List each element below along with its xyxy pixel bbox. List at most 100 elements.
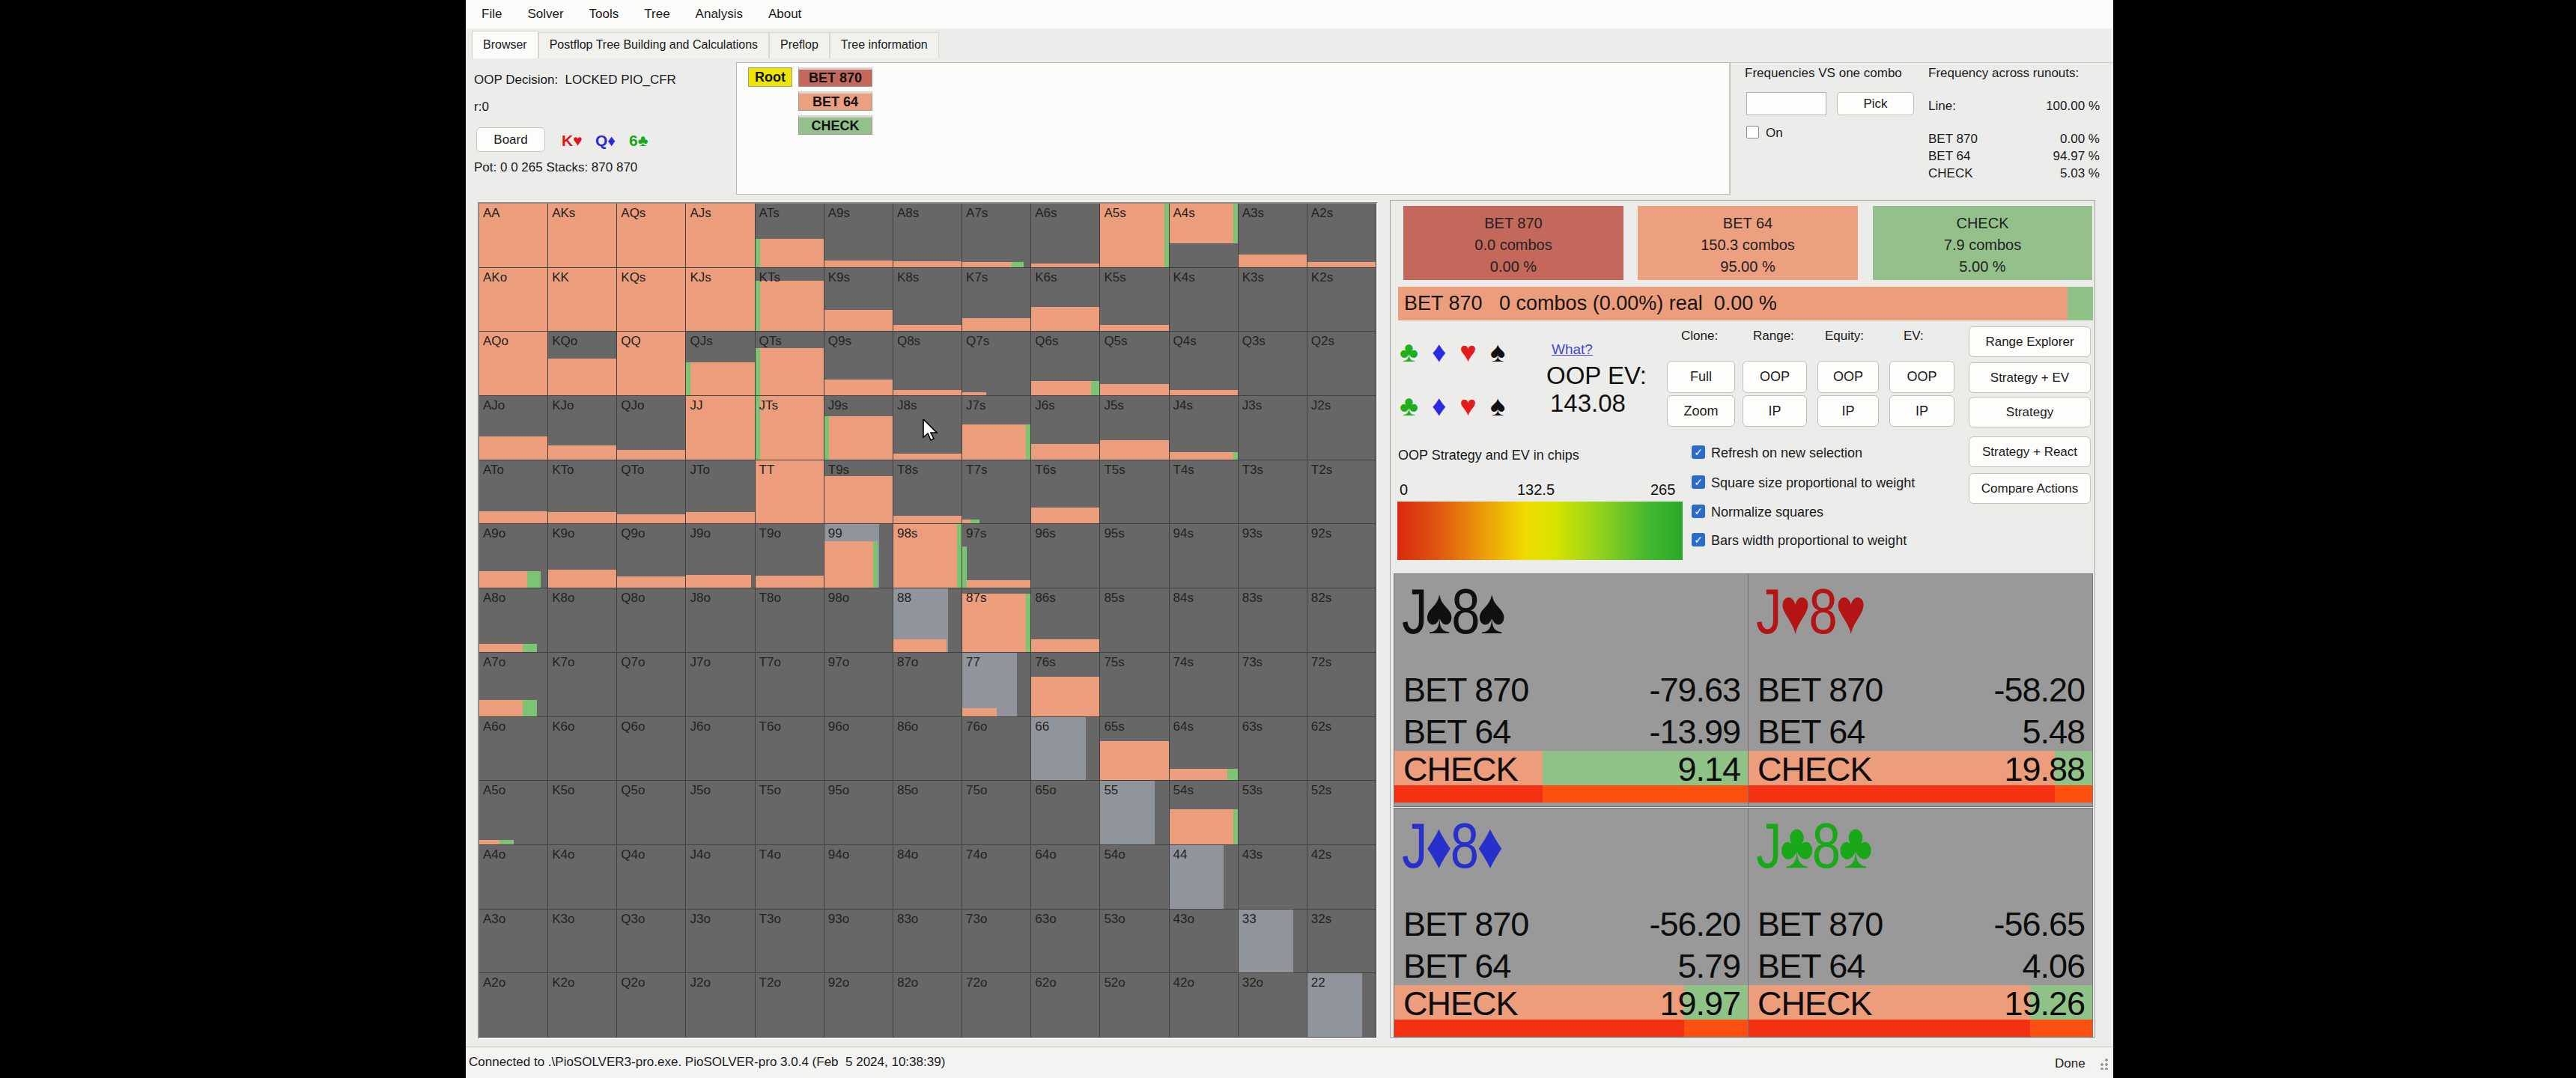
- suit-toggle[interactable]: ♥: [1459, 392, 1477, 420]
- cell-97s[interactable]: 97s: [962, 524, 1031, 588]
- cell-QQ[interactable]: QQ: [617, 332, 686, 396]
- cell-99[interactable]: 99: [824, 524, 893, 588]
- checkbox-2[interactable]: ✓: [1692, 505, 1705, 518]
- cell-T5s[interactable]: T5s: [1100, 460, 1169, 525]
- cell-KJs[interactable]: KJs: [686, 268, 755, 332]
- cell-K5o[interactable]: K5o: [548, 781, 617, 845]
- cell-Q5s[interactable]: Q5s: [1100, 332, 1169, 396]
- cell-87o[interactable]: 87o: [893, 653, 962, 717]
- cell-K8o[interactable]: K8o: [548, 588, 617, 653]
- button-oop[interactable]: OOP: [1817, 361, 1879, 393]
- button-ip[interactable]: IP: [1743, 395, 1807, 427]
- cell-T5o[interactable]: T5o: [756, 781, 824, 845]
- button-strategy[interactable]: Strategy: [1969, 397, 2091, 427]
- cell-62s[interactable]: 62s: [1307, 717, 1376, 782]
- action-box-bet-64[interactable]: BET 64150.3 combos95.00 %: [1638, 206, 1858, 280]
- cell-KTs[interactable]: KTs: [756, 268, 824, 332]
- cell-K5s[interactable]: K5s: [1100, 268, 1169, 332]
- cell-T9o[interactable]: T9o: [756, 524, 824, 588]
- cell-AKs[interactable]: AKs: [548, 204, 617, 268]
- cell-94o[interactable]: 94o: [824, 845, 893, 910]
- cell-92s[interactable]: 92s: [1307, 524, 1376, 588]
- cell-96s[interactable]: 96s: [1031, 524, 1100, 588]
- cell-K4s[interactable]: K4s: [1170, 268, 1239, 332]
- cell-A3s[interactable]: A3s: [1239, 204, 1307, 268]
- cell-A9o[interactable]: A9o: [479, 524, 548, 588]
- cell-53s[interactable]: 53s: [1239, 781, 1307, 845]
- cell-T6s[interactable]: T6s: [1031, 460, 1100, 525]
- cell-J9o[interactable]: J9o: [686, 524, 755, 588]
- cell-83s[interactable]: 83s: [1239, 588, 1307, 653]
- cell-J9s[interactable]: J9s: [824, 396, 893, 460]
- cell-84o[interactable]: 84o: [893, 845, 962, 910]
- cell-A4o[interactable]: A4o: [479, 845, 548, 910]
- cell-T7o[interactable]: T7o: [756, 653, 824, 717]
- cell-JTs[interactable]: JTs: [756, 396, 824, 460]
- tree-node-check[interactable]: CHECK: [798, 115, 872, 135]
- cell-85s[interactable]: 85s: [1100, 588, 1169, 653]
- cell-74o[interactable]: 74o: [962, 845, 1031, 910]
- tab-preflop[interactable]: Preflop: [769, 32, 830, 58]
- cell-95s[interactable]: 95s: [1100, 524, 1169, 588]
- suit-toggle[interactable]: ♣: [1400, 338, 1418, 366]
- cell-A6o[interactable]: A6o: [479, 717, 548, 782]
- cell-KJo[interactable]: KJo: [548, 396, 617, 460]
- cell-22[interactable]: 22: [1307, 973, 1376, 1038]
- cell-76s[interactable]: 76s: [1031, 653, 1100, 717]
- cell-JTo[interactable]: JTo: [686, 460, 755, 525]
- cell-QTs[interactable]: QTs: [756, 332, 824, 396]
- cell-T2o[interactable]: T2o: [756, 973, 824, 1038]
- cell-94s[interactable]: 94s: [1170, 524, 1239, 588]
- cell-55[interactable]: 55: [1100, 781, 1169, 845]
- cell-T8o[interactable]: T8o: [756, 588, 824, 653]
- cell-K6o[interactable]: K6o: [548, 717, 617, 782]
- tab-postflop-tree-building-and-calculations[interactable]: Postflop Tree Building and Calculations: [538, 32, 769, 58]
- cell-AQs[interactable]: AQs: [617, 204, 686, 268]
- cell-52s[interactable]: 52s: [1307, 781, 1376, 845]
- cell-K2o[interactable]: K2o: [548, 973, 617, 1038]
- cell-64o[interactable]: 64o: [1031, 845, 1100, 910]
- cell-Q8o[interactable]: Q8o: [617, 588, 686, 653]
- suit-toggle[interactable]: ♦: [1432, 338, 1446, 366]
- cell-Q2o[interactable]: Q2o: [617, 973, 686, 1038]
- cell-82s[interactable]: 82s: [1307, 588, 1376, 653]
- cell-Q3s[interactable]: Q3s: [1239, 332, 1307, 396]
- cell-KQo[interactable]: KQo: [548, 332, 617, 396]
- button-strategy-react[interactable]: Strategy + React: [1969, 436, 2091, 467]
- button-ip[interactable]: IP: [1889, 395, 1954, 427]
- cell-T4o[interactable]: T4o: [756, 845, 824, 910]
- cell-65s[interactable]: 65s: [1100, 717, 1169, 782]
- cell-T7s[interactable]: T7s: [962, 460, 1031, 525]
- cell-A7o[interactable]: A7o: [479, 653, 548, 717]
- tab-tree-information[interactable]: Tree information: [830, 32, 939, 58]
- suit-toggle[interactable]: ♣: [1400, 392, 1418, 420]
- cell-32o[interactable]: 32o: [1239, 973, 1307, 1038]
- cell-AJo[interactable]: AJo: [479, 396, 548, 460]
- cell-Q6o[interactable]: Q6o: [617, 717, 686, 782]
- cell-K9s[interactable]: K9s: [824, 268, 893, 332]
- suit-toggle[interactable]: ♠: [1490, 392, 1505, 420]
- cell-93s[interactable]: 93s: [1239, 524, 1307, 588]
- on-checkbox[interactable]: [1746, 126, 1759, 138]
- action-box-bet-870[interactable]: BET 8700.0 combos0.00 %: [1403, 206, 1623, 280]
- cell-T3s[interactable]: T3s: [1239, 460, 1307, 525]
- cell-87s[interactable]: 87s: [962, 588, 1031, 653]
- cell-T8s[interactable]: T8s: [893, 460, 962, 525]
- cell-75s[interactable]: 75s: [1100, 653, 1169, 717]
- cell-63o[interactable]: 63o: [1031, 910, 1100, 974]
- cell-93o[interactable]: 93o: [824, 910, 893, 974]
- cell-AKo[interactable]: AKo: [479, 268, 548, 332]
- cell-J4o[interactable]: J4o: [686, 845, 755, 910]
- button-oop[interactable]: OOP: [1743, 361, 1807, 393]
- tree-node-bet-870[interactable]: BET 870: [798, 67, 872, 87]
- cell-Q4s[interactable]: Q4s: [1170, 332, 1239, 396]
- cell-A5s[interactable]: A5s: [1100, 204, 1169, 268]
- cell-K6s[interactable]: K6s: [1031, 268, 1100, 332]
- cell-QTo[interactable]: QTo: [617, 460, 686, 525]
- cell-QJo[interactable]: QJo: [617, 396, 686, 460]
- menu-solver[interactable]: Solver: [514, 7, 576, 22]
- cell-42o[interactable]: 42o: [1170, 973, 1239, 1038]
- cell-A8s[interactable]: A8s: [893, 204, 962, 268]
- button-range-explorer[interactable]: Range Explorer: [1969, 326, 2091, 357]
- button-strategy-ev[interactable]: Strategy + EV: [1969, 362, 2091, 393]
